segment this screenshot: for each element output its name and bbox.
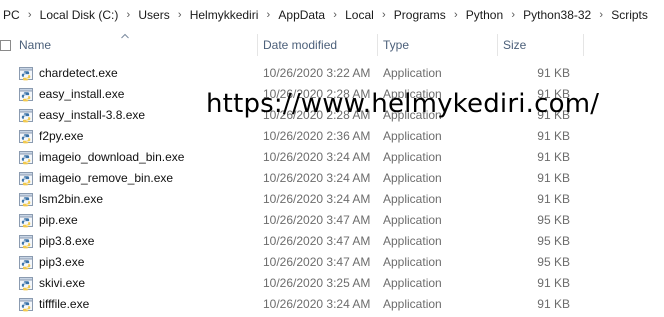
file-row[interactable]: lsm2bin.exe 10/26/2020 3:24 AM Application… xyxy=(0,189,664,210)
file-size: 95 KB xyxy=(537,213,570,227)
column-header-type-label: Type xyxy=(383,38,410,52)
column-header-size[interactable]: Size xyxy=(503,30,583,60)
python-exe-icon xyxy=(18,108,34,124)
column-header-type[interactable]: Type xyxy=(383,30,496,60)
file-name: easy_install.exe xyxy=(39,87,125,101)
select-all-checkbox[interactable] xyxy=(0,40,11,51)
breadcrumb-item[interactable]: Local xyxy=(342,8,377,22)
watermark-text: https://www.helmykediri.com/ xyxy=(206,89,600,119)
breadcrumb-item[interactable]: Users xyxy=(135,8,172,22)
file-row[interactable]: f2py.exe 10/26/2020 2:36 AM Application 91 … xyxy=(0,126,664,147)
file-row[interactable]: skivi.exe 10/26/2020 3:25 AM Application 91… xyxy=(0,273,664,294)
python-exe-icon xyxy=(18,297,34,313)
file-size: 91 KB xyxy=(537,297,570,311)
python-exe-icon xyxy=(18,129,34,145)
file-name: easy_install-3.8.exe xyxy=(39,108,146,122)
file-date-modified: 10/26/2020 3:24 AM xyxy=(263,297,371,311)
python-exe-icon xyxy=(18,150,34,166)
breadcrumb-item[interactable]: PC xyxy=(0,8,23,22)
file-date-modified: 10/26/2020 3:24 AM xyxy=(263,192,371,206)
breadcrumb-separator-icon[interactable]: › xyxy=(23,9,37,21)
file-row[interactable]: imageio_download_bin.exe 10/26/2020 3:24 … xyxy=(0,147,664,168)
column-divider[interactable] xyxy=(497,34,498,56)
breadcrumb-item[interactable]: Python38-32 xyxy=(520,8,594,22)
column-divider[interactable] xyxy=(377,34,378,56)
file-size: 91 KB xyxy=(537,192,570,206)
breadcrumb-item[interactable]: Scripts xyxy=(608,8,651,22)
file-row[interactable]: tifffile.exe 10/26/2020 3:24 AM Applicatio… xyxy=(0,294,664,315)
breadcrumb-separator-icon[interactable]: › xyxy=(261,9,275,21)
breadcrumb-item[interactable]: Local Disk (C:) xyxy=(37,8,122,22)
file-row[interactable]: pip3.exe 10/26/2020 3:47 AM Application 95 … xyxy=(0,252,664,273)
file-name: pip3.exe xyxy=(39,255,85,269)
file-type: Application xyxy=(383,213,442,227)
file-size: 91 KB xyxy=(537,129,570,143)
column-divider[interactable] xyxy=(583,34,584,56)
breadcrumb-separator-icon[interactable]: › xyxy=(173,9,187,21)
file-date-modified: 10/26/2020 3:47 AM xyxy=(263,234,371,248)
python-exe-icon xyxy=(18,234,34,250)
file-date-modified: 10/26/2020 3:22 AM xyxy=(263,66,371,80)
python-exe-icon xyxy=(18,192,34,208)
file-size: 91 KB xyxy=(537,276,570,290)
file-row[interactable]: pip3.8.exe 10/26/2020 3:47 AM Application 9… xyxy=(0,231,664,252)
breadcrumb-separator-icon[interactable]: › xyxy=(121,9,135,21)
file-row[interactable]: imageio_remove_bin.exe 10/26/2020 3:24 AM… xyxy=(0,168,664,189)
file-type: Application xyxy=(383,255,442,269)
file-name: pip.exe xyxy=(39,213,78,227)
file-name: skivi.exe xyxy=(39,276,86,290)
breadcrumb: PC › Local Disk (C:) › Users › Helmykkediri › Ap… xyxy=(0,0,664,30)
python-exe-icon xyxy=(18,213,34,229)
file-name: f2py.exe xyxy=(39,129,84,143)
file-row[interactable]: pip.exe 10/26/2020 3:47 AM Application 95 K… xyxy=(0,210,664,231)
file-size: 91 KB xyxy=(537,150,570,164)
breadcrumb-separator-icon[interactable]: › xyxy=(594,9,608,21)
file-date-modified: 10/26/2020 2:36 AM xyxy=(263,129,371,143)
breadcrumb-separator-icon[interactable]: › xyxy=(328,9,342,21)
file-size: 91 KB xyxy=(537,66,570,80)
file-type: Application xyxy=(383,297,442,311)
column-header-date-modified[interactable]: Date modified xyxy=(263,30,376,60)
file-date-modified: 10/26/2020 3:47 AM xyxy=(263,255,371,269)
file-size: 91 KB xyxy=(537,171,570,185)
breadcrumb-item[interactable]: Python xyxy=(463,8,506,22)
file-date-modified: 10/26/2020 3:25 AM xyxy=(263,276,371,290)
file-type: Application xyxy=(383,234,442,248)
file-name: imageio_download_bin.exe xyxy=(39,150,185,164)
breadcrumb-separator-icon[interactable]: › xyxy=(449,9,463,21)
python-exe-icon xyxy=(18,66,34,82)
file-date-modified: 10/26/2020 3:24 AM xyxy=(263,150,371,164)
file-size: 95 KB xyxy=(537,234,570,248)
file-name: lsm2bin.exe xyxy=(39,192,104,206)
python-exe-icon xyxy=(18,87,34,103)
column-divider[interactable] xyxy=(257,34,258,56)
file-date-modified: 10/26/2020 3:24 AM xyxy=(263,171,371,185)
column-header-row: Name Date modified Type Size xyxy=(0,30,664,60)
python-exe-icon xyxy=(18,276,34,292)
column-header-name-label: Name xyxy=(19,38,52,52)
python-exe-icon xyxy=(18,255,34,271)
file-row[interactable]: chardetect.exe 10/26/2020 3:22 AM Applicat… xyxy=(0,63,664,84)
file-date-modified: 10/26/2020 3:47 AM xyxy=(263,213,371,227)
file-type: Application xyxy=(383,276,442,290)
file-name: chardetect.exe xyxy=(39,66,118,80)
file-type: Application xyxy=(383,66,442,80)
file-name: pip3.8.exe xyxy=(39,234,95,248)
breadcrumb-item[interactable]: Helmykkediri xyxy=(187,8,262,22)
file-name: imageio_remove_bin.exe xyxy=(39,171,174,185)
file-type: Application xyxy=(383,192,442,206)
column-header-date-label: Date modified xyxy=(263,38,338,52)
column-header-size-label: Size xyxy=(503,38,527,52)
column-header-name[interactable]: Name xyxy=(19,30,257,60)
file-type: Application xyxy=(383,171,442,185)
file-type: Application xyxy=(383,150,442,164)
file-type: Application xyxy=(383,129,442,143)
python-exe-icon xyxy=(18,171,34,187)
breadcrumb-separator-icon[interactable]: › xyxy=(506,9,520,21)
file-name: tifffile.exe xyxy=(39,297,90,311)
breadcrumb-separator-icon[interactable]: › xyxy=(377,9,391,21)
file-size: 95 KB xyxy=(537,255,570,269)
breadcrumb-item[interactable]: Programs xyxy=(391,8,449,22)
breadcrumb-item[interactable]: AppData xyxy=(275,8,328,22)
